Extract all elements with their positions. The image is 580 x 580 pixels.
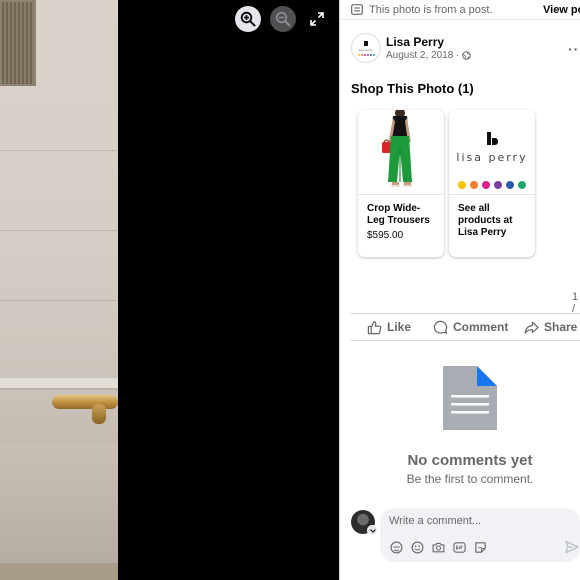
chevron-down-icon[interactable] (367, 525, 378, 536)
comment-button[interactable]: Comment (433, 320, 508, 335)
photo-ledge (0, 378, 118, 390)
expand-icon (310, 12, 324, 26)
brand-color-dot (518, 180, 526, 189)
post-author[interactable]: Lisa Perry (386, 35, 471, 49)
send-icon (565, 540, 579, 554)
post-photo[interactable] (0, 0, 118, 580)
camera-button[interactable] (431, 540, 445, 554)
like-label: Like (387, 320, 412, 334)
post-actions-bar: Like Comment Share (351, 313, 580, 341)
post-header: lisa perry Lisa Perry August 2, 2018 · (351, 33, 472, 63)
emoji-icon (411, 541, 423, 553)
product-name: Crop Wide-Leg Trousers (367, 203, 430, 226)
brand-color-dot (458, 180, 466, 189)
gif-icon (452, 541, 466, 553)
sticker-icon (474, 541, 486, 553)
brand-color-dot (470, 180, 478, 189)
post-icon (351, 4, 363, 15)
product-price: $595.00 (367, 230, 404, 241)
like-button[interactable]: Like (367, 320, 411, 335)
brand-wordmark: lisa perry (456, 150, 528, 164)
no-comments-subtitle: Be the first to comment. (406, 472, 534, 486)
comment-input[interactable]: Write a comment... (380, 508, 580, 562)
no-comments-title: No comments yet (407, 452, 533, 469)
user-avatar[interactable] (351, 510, 378, 536)
brand-color-dots (458, 180, 526, 189)
more-options-button[interactable]: ··· (568, 41, 580, 57)
product-image (358, 110, 444, 195)
document-icon (443, 366, 497, 430)
emoji-button[interactable] (410, 540, 424, 554)
brand-logo-icon (486, 131, 498, 145)
brand-color-dot (494, 180, 502, 189)
comment-placeholder: Write a comment... (389, 515, 482, 527)
brand-logo-image: lisa perry (449, 110, 535, 195)
see-all-label: See all products at Lisa Perry (458, 203, 513, 238)
photo-handrail (52, 395, 118, 409)
zoom-out-icon (275, 11, 291, 27)
avatar-sticker-icon (390, 541, 402, 553)
post-notice-text: This photo is from a post. (369, 3, 493, 16)
product-carousel: Crop Wide-Leg Trousers $595.00 lisa perr… (358, 110, 535, 257)
send-button[interactable] (565, 540, 579, 559)
post-date[interactable]: August 2, 2018 · (386, 49, 459, 62)
zoom-in-icon (240, 11, 256, 27)
brand-color-dot (482, 180, 490, 189)
avatar-wordmark: lisa perry (358, 47, 374, 52)
brand-color-dot (506, 180, 514, 189)
comment-composer: Write a comment... (351, 508, 580, 562)
thumbs-up-icon (367, 320, 382, 334)
product-card[interactable]: Crop Wide-Leg Trousers $595.00 (358, 110, 444, 257)
zoom-in-button[interactable] (235, 6, 261, 32)
comment-label: Comment (453, 320, 509, 334)
carousel-counter: 1 / (572, 291, 579, 315)
sticker-button[interactable] (473, 540, 487, 554)
camera-icon (432, 542, 444, 552)
shop-title: Shop This Photo (1) (351, 81, 474, 96)
view-post-link[interactable]: View po (543, 4, 580, 16)
comment-icon (433, 320, 448, 334)
photo-viewer (0, 0, 339, 580)
share-label: Share (544, 320, 578, 334)
page-avatar[interactable]: lisa perry (351, 33, 381, 63)
gif-button[interactable] (452, 540, 466, 554)
zoom-out-button[interactable] (270, 6, 296, 32)
fullscreen-button[interactable] (306, 6, 328, 32)
share-icon (524, 321, 539, 334)
share-button[interactable]: Share (524, 320, 577, 335)
see-all-products-card[interactable]: lisa perry See all products at Lisa Perr… (449, 110, 535, 257)
photo-wall-vent (0, 0, 36, 86)
post-notice-bar: This photo is from a post. View po (340, 0, 580, 20)
avatar-sticker-button[interactable] (389, 540, 403, 554)
globe-icon (462, 50, 472, 60)
no-comments-state: No comments yet Be the first to comment. (350, 366, 580, 486)
post-panel: This photo is from a post. View po lisa … (339, 0, 580, 580)
